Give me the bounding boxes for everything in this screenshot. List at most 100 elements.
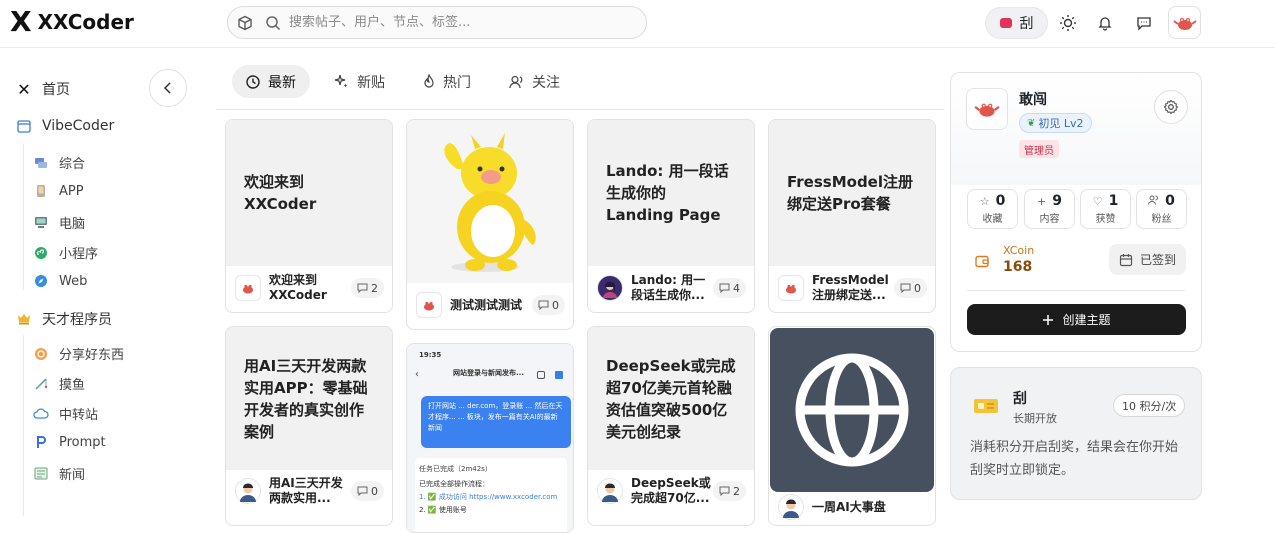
sidebar-item-share[interactable]: 分享好东西 — [33, 344, 124, 363]
post-card[interactable]: DeepSeek或完成超70亿美元首轮融资估值突破500亿美元创纪录 DeepS… — [587, 326, 755, 526]
sidebar-item-app[interactable]: APP — [33, 183, 84, 199]
sidebar-item-news[interactable]: 新闻 — [33, 464, 85, 483]
profile-avatar[interactable] — [966, 88, 1008, 130]
scratch-card-panel[interactable]: 刮 长期开放 10 积分/次 消耗积分开启刮奖，结果会在你开始刮奖时立即锁定。 — [950, 367, 1202, 500]
search-bar[interactable] — [227, 6, 647, 39]
post-footer: 用AI三天开发两款实用... 0 — [226, 467, 392, 515]
comment-count: 2 — [713, 481, 746, 501]
logo[interactable]: X XXCoder — [10, 8, 134, 36]
tab-new[interactable]: 新贴 — [320, 65, 399, 98]
tabs-divider — [216, 109, 944, 110]
stat-value: 0 — [1165, 193, 1175, 209]
sidebar-item-label: 摸鱼 — [59, 378, 86, 393]
post-card[interactable]: 19:35 ‹ 网站登录与新闻发布... 打开网站 ... der.com，登录… — [406, 343, 574, 533]
sidebar-item-genius[interactable]: 天才程序员 — [16, 309, 112, 329]
scratch-cost-badge: 10 积分/次 — [1113, 394, 1186, 417]
search-input[interactable] — [289, 15, 609, 30]
genius-icon — [16, 311, 32, 327]
post-title: 一周AI大事盘 — [812, 499, 886, 514]
bell-icon — [1098, 16, 1112, 31]
top-bar: X XXCoder 刮 — [0, 0, 1275, 48]
profile-card: 敢闯 ❦ 初见 Lv2 管理员 ☆ 0 收藏 +9 内容 ♡ 1 获赞 0 粉丝 X… — [950, 72, 1202, 352]
phone-time: 19:35 — [419, 351, 442, 359]
plus-icon: + — [1037, 194, 1047, 208]
messages-button[interactable] — [1128, 7, 1160, 39]
gift-icon — [33, 346, 49, 362]
sidebar-item-web[interactable]: Web — [33, 273, 87, 289]
sidebar-item-home[interactable]: ✕ 首页 — [16, 79, 70, 99]
comment-count: 0 — [894, 278, 927, 298]
sidebar-item-label: 小程序 — [59, 247, 99, 262]
post-card[interactable]: 欢迎来到XXCoder 欢迎来到XXCoder 2 — [225, 119, 393, 313]
sidebar-item-computer[interactable]: 电脑 — [33, 213, 85, 232]
post-title: Lando: 用一段话生成你... — [631, 273, 706, 302]
post-cover: DeepSeek或完成超70亿美元首轮融资估值突破500亿美元创纪录 — [588, 327, 754, 470]
user-avatar — [597, 478, 623, 504]
post-footer: 一周AI大事盘 — [769, 483, 935, 525]
sidebar-item-fishing[interactable]: 摸鱼 — [33, 374, 85, 393]
stat-value: 9 — [1052, 193, 1062, 209]
phone-icon — [33, 183, 49, 199]
create-topic-button[interactable]: 创建主题 — [967, 304, 1186, 335]
post-cover-title: 欢迎来到XXCoder — [244, 173, 317, 213]
scratch-button[interactable]: 刮 — [985, 6, 1048, 39]
comment-count: 0 — [532, 295, 565, 315]
crab-avatar-icon — [416, 292, 442, 318]
phone-chat-bubble: 打开网站 ... der.com，登录账 ... 然后在天才程序... ... … — [421, 396, 571, 448]
globe-icon — [795, 353, 909, 467]
computer-icon — [33, 215, 49, 231]
profile-name[interactable]: 敢闯 — [1019, 89, 1047, 109]
theme-toggle-button[interactable] — [1052, 7, 1084, 39]
role-badge: 管理员 — [1019, 140, 1059, 158]
user-avatar — [235, 478, 261, 504]
profile-divider — [967, 290, 1185, 291]
post-title: DeepSeek或完成超70亿... — [631, 476, 711, 505]
post-cover: Lando: 用一段话生成你的 Landing Page — [588, 120, 754, 266]
sidebar-item-label: 新闻 — [59, 468, 86, 483]
tab-hot[interactable]: 热门 — [409, 65, 485, 98]
sidebar-item-relay[interactable]: 中转站 — [33, 404, 98, 423]
stat-followers[interactable]: 0 粉丝 — [1136, 189, 1187, 229]
post-card[interactable]: 测试测试测试 0 — [406, 119, 574, 330]
chat-bubbles-icon — [33, 155, 49, 171]
plus-icon — [1043, 314, 1054, 325]
post-card[interactable]: FressModel注册绑定送Pro套餐 FressModel注册绑定送... … — [768, 119, 936, 313]
phone-task-status: 任务已完成（2m42s） — [419, 465, 492, 473]
stat-favorites[interactable]: ☆ 0 收藏 — [967, 189, 1018, 229]
comment-count-value: 2 — [733, 484, 740, 498]
sidebar-item-prompt[interactable]: Prompt — [33, 434, 106, 450]
post-title: FressModel注册绑定送... — [812, 273, 889, 302]
post-card[interactable]: 一周AI大事盘 — [768, 326, 936, 526]
comment-count-value: 4 — [733, 281, 740, 295]
sparkle-icon — [334, 74, 348, 88]
sidebar-item-general[interactable]: 综合 — [33, 153, 85, 172]
sidebar-item-vibecoder[interactable]: VibeCoder — [16, 118, 114, 134]
crab-avatar-icon — [235, 275, 261, 301]
comment-icon — [538, 300, 549, 310]
wallet-icon — [975, 253, 989, 268]
scratch-title: 刮 — [1013, 391, 1027, 407]
post-card[interactable]: Lando: 用一段话生成你的 Landing Page Lando: 用一段话… — [587, 119, 755, 313]
crab-avatar-icon — [974, 103, 1000, 117]
checkin-button[interactable]: 已签到 — [1109, 244, 1186, 275]
post-card[interactable]: 用AI三天开发两款实用APP：零基础开发者的真实创作案例 用AI三天开发两款实用… — [225, 326, 393, 526]
stat-likes[interactable]: ♡ 1 获赞 — [1080, 189, 1131, 229]
settings-button[interactable] — [1154, 90, 1188, 124]
tab-latest[interactable]: 最新 — [232, 65, 310, 98]
phone-call-icon — [537, 371, 545, 379]
newspaper-icon — [33, 466, 49, 482]
users-icon — [1148, 195, 1159, 208]
crab-avatar-icon — [778, 275, 804, 301]
xcoin-value: 168 — [1003, 259, 1033, 275]
comment-icon — [900, 283, 911, 293]
user-avatar-button[interactable] — [1168, 6, 1201, 39]
message-icon — [1137, 16, 1151, 31]
notification-button[interactable] — [1089, 7, 1121, 39]
stat-posts[interactable]: +9 内容 — [1024, 189, 1075, 229]
phone-task-panel: 任务已完成（2m42s） 已完成全部操作流程： 1. ✅ 成功访问 https:… — [415, 458, 567, 532]
sprout-icon: ❦ — [1027, 117, 1036, 129]
tab-following[interactable]: 关注 — [495, 65, 574, 98]
collapse-sidebar-button[interactable] — [149, 69, 187, 107]
stat-label: 收藏 — [982, 214, 1003, 225]
sidebar-item-miniprogram[interactable]: 小程序 — [33, 243, 98, 262]
